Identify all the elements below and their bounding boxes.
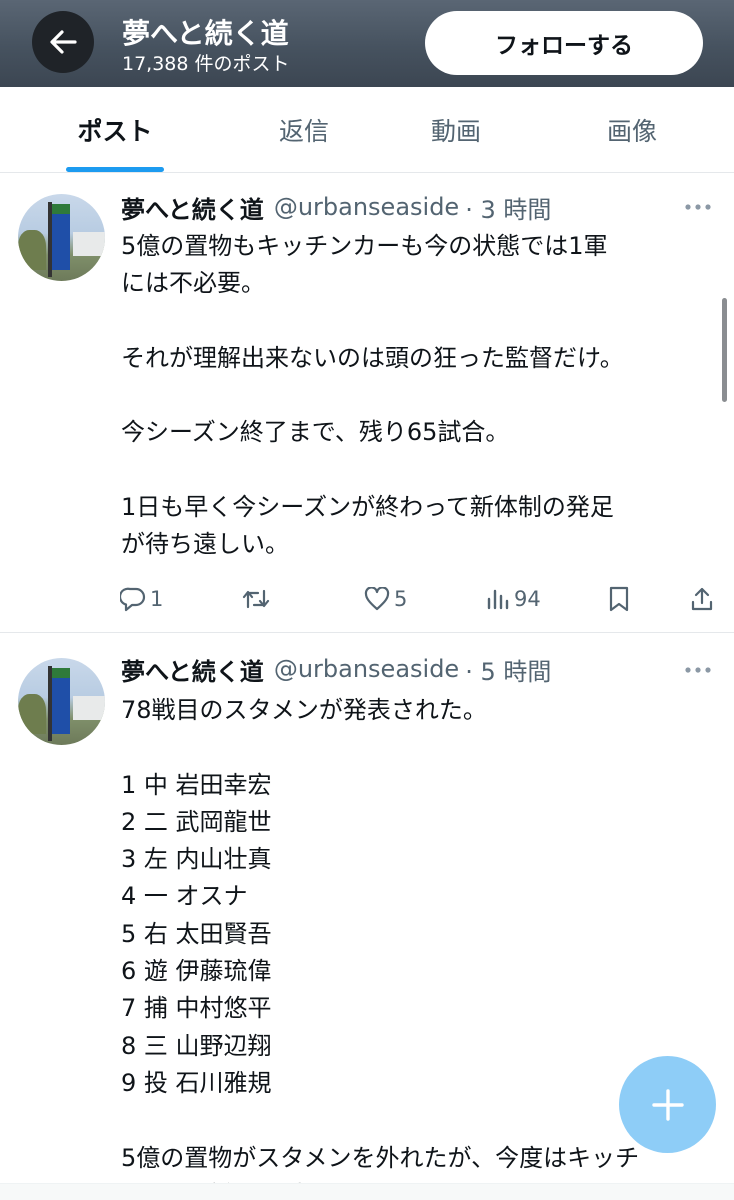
tweet[interactable]: 夢へと続く道 @urbanseaside · 3 時間 5億の置物もキッチンカー… [0, 174, 734, 632]
tweet-timestamp[interactable]: · 3 時間 [465, 190, 551, 225]
follow-button[interactable]: フォローする [425, 11, 703, 75]
tab-images[interactable]: 画像 [580, 87, 684, 173]
tweet-actions: 1 5 94 [0, 582, 734, 616]
scrollbar[interactable] [722, 298, 727, 402]
avatar[interactable] [18, 194, 105, 281]
like-count: 5 [394, 587, 408, 611]
like-button[interactable]: 5 [364, 582, 407, 616]
tweet-timestamp[interactable]: · 5 時間 [465, 652, 551, 687]
tab-replies[interactable]: 返信 [252, 87, 356, 173]
compose-button[interactable] [619, 1056, 716, 1153]
share-icon [691, 587, 713, 611]
view-count: 94 [514, 587, 541, 611]
tab-videos[interactable]: 動画 [404, 87, 508, 173]
tweet-author-name[interactable]: 夢へと続く道 [121, 190, 264, 225]
tweet-author-name[interactable]: 夢へと続く道 [121, 652, 264, 687]
reply-button[interactable]: 1 [120, 582, 163, 616]
more-dots-icon[interactable] [683, 202, 713, 212]
avatar-building [73, 696, 105, 720]
avatar-building [73, 232, 105, 256]
profile-tabs: ポスト 返信 動画 画像 [0, 87, 734, 173]
avatar-tree [18, 694, 46, 734]
heart-icon [364, 587, 390, 611]
active-tab-indicator [66, 167, 164, 172]
more-dots-icon[interactable] [683, 665, 713, 675]
reply-icon [120, 587, 146, 612]
tweet-author-handle[interactable]: @urbanseaside [274, 193, 459, 221]
retweet-icon [242, 589, 270, 609]
profile-header: 夢へと続く道 17,388 件のポスト フォローする [0, 0, 734, 87]
reply-count: 1 [150, 587, 164, 611]
avatar-banner-stripe [52, 668, 70, 678]
avatar-banner-stripe [52, 204, 70, 214]
tweet-author-handle[interactable]: @urbanseaside [274, 655, 459, 683]
tweet-text: 5億の置物もキッチンカーも今の状態では1軍 には不必要。 それが理解出来ないのは… [121, 232, 624, 559]
profile-name: 夢へと続く道 [122, 17, 289, 50]
tweet-header: 夢へと続く道 @urbanseaside · 3 時間 [121, 190, 551, 224]
retweet-button[interactable] [242, 582, 270, 616]
views-button[interactable]: 94 [486, 582, 541, 616]
avatar-tree [18, 230, 46, 270]
tweet-header: 夢へと続く道 @urbanseaside · 5 時間 [121, 652, 551, 686]
bookmark-icon [609, 586, 629, 612]
bottom-nav-edge [0, 1183, 734, 1200]
share-button[interactable] [690, 582, 714, 616]
tab-posts[interactable]: ポスト [46, 87, 184, 173]
arrow-left-icon [50, 30, 77, 54]
views-icon [487, 589, 509, 610]
plus-icon [651, 1088, 684, 1121]
bookmark-button[interactable] [608, 582, 630, 616]
post-count: 17,388 件のポスト [122, 53, 290, 75]
avatar[interactable] [18, 658, 105, 745]
back-button[interactable] [32, 11, 94, 73]
